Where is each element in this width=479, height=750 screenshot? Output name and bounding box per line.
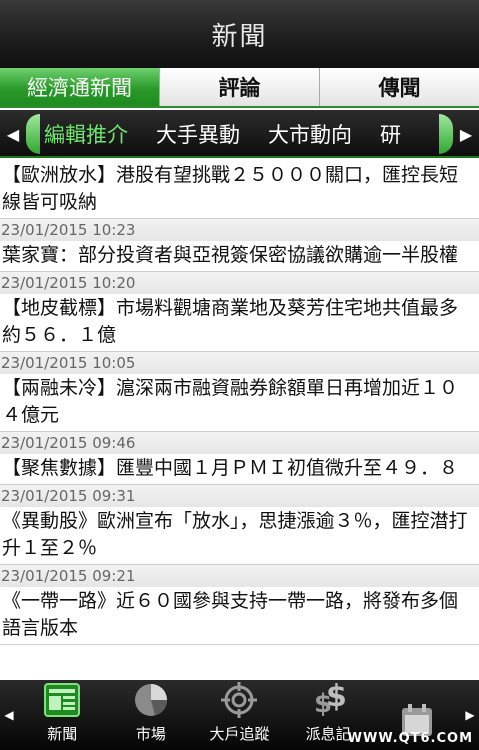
news-timestamp: 23/01/2015 10:23 (0, 219, 479, 241)
nav-label: 派息記 (305, 725, 351, 743)
scroll-right-icon[interactable]: ▶ (455, 116, 477, 152)
market-pie-icon (132, 681, 170, 719)
list-item[interactable]: 23/01/2015 09:21 《一帶一路》近６０國參與支持一帶一路，將發布多… (0, 565, 479, 645)
bottom-nav: ◀ 新聞 市場 大戶追蹤 $ $ 派息記 ▶ WWW.QT6.COM (0, 680, 479, 750)
list-item[interactable]: 23/01/2015 09:46 【聚焦數據】匯豐中國１月ＰＭＩ初值微升至４９．… (0, 432, 479, 485)
news-list: 【歐洲放水】港股有望挑戰２５０００關口，匯控長短線皆可吸納 23/01/2015… (0, 160, 479, 680)
nav-item-market[interactable]: 市場 (107, 680, 196, 750)
tab-commentary[interactable]: 評論 (159, 68, 319, 106)
news-title[interactable]: 【地皮截標】市場料觀塘商業地及葵芳住宅地共值最多約５６．１億 (0, 294, 479, 351)
list-item[interactable]: 【歐洲放水】港股有望挑戰２５０００關口，匯控長短線皆可吸納 (0, 160, 479, 219)
news-title[interactable]: 【兩融未冷】滬深兩市融資融券餘額單日再增加近１０４億元 (0, 374, 479, 431)
nav-item-big-player[interactable]: 大戶追蹤 (195, 680, 284, 750)
news-title[interactable]: 《一帶一路》近６０國參與支持一帶一路，將發布多個語言版本 (0, 587, 479, 644)
page-title: 新聞 (211, 21, 268, 52)
main-tabs: 經濟通新聞 評論 傳聞 (0, 68, 479, 108)
category-research[interactable]: 研 (380, 119, 401, 149)
tab-rumours[interactable]: 傳聞 (319, 68, 479, 106)
svg-text:$: $ (326, 682, 346, 714)
news-title[interactable]: 葉家寶：部分投資者與亞視簽保密協議欲購逾一半股權 (0, 241, 479, 271)
news-title[interactable]: 【歐洲放水】港股有望挑戰２５０００關口，匯控長短線皆可吸納 (0, 160, 479, 218)
news-timestamp: 23/01/2015 09:46 (0, 432, 479, 454)
category-list: 編輯推介 大手異動 大市動向 研 (44, 110, 435, 158)
category-market-trend[interactable]: 大市動向 (268, 119, 352, 149)
news-timestamp: 23/01/2015 09:21 (0, 565, 479, 587)
news-timestamp: 23/01/2015 10:05 (0, 352, 479, 374)
category-block-trades[interactable]: 大手異動 (156, 119, 240, 149)
nav-scroll-left-icon[interactable]: ◀ (0, 680, 18, 750)
news-timestamp: 23/01/2015 10:20 (0, 272, 479, 294)
list-item[interactable]: 23/01/2015 10:23 葉家寶：部分投資者與亞視簽保密協議欲購逾一半股… (0, 219, 479, 272)
dollar-icon: $ $ (309, 681, 347, 719)
scroll-left-icon[interactable]: ◀ (2, 116, 24, 152)
list-item[interactable]: 23/01/2015 09:31 《異動股》歐洲宣布「放水」，思捷漲逾３％，匯控… (0, 485, 479, 565)
news-icon (43, 681, 81, 719)
list-item[interactable]: 23/01/2015 10:05 【兩融未冷】滬深兩市融資融券餘額單日再增加近１… (0, 352, 479, 432)
news-timestamp: 23/01/2015 09:31 (0, 485, 479, 507)
strip-bracket-left (26, 114, 40, 154)
watermark: WWW.QT6.COM (347, 731, 473, 746)
nav-label: 大戶追蹤 (209, 725, 270, 743)
nav-label: 市場 (135, 725, 166, 743)
list-item[interactable]: 23/01/2015 10:20 【地皮截標】市場料觀塘商業地及葵芳住宅地共值最… (0, 272, 479, 352)
nav-item-news[interactable]: 新聞 (18, 680, 107, 750)
title-bar: 新聞 (0, 0, 479, 68)
tab-economic-news[interactable]: 經濟通新聞 (0, 68, 159, 106)
news-title[interactable]: 【聚焦數據】匯豐中國１月ＰＭＩ初值微升至４９．８ (0, 454, 479, 484)
nav-label: 新聞 (47, 725, 78, 743)
category-strip: ◀ 編輯推介 大手異動 大市動向 研 ▶ (0, 110, 479, 158)
target-icon (220, 681, 258, 719)
category-editor-picks[interactable]: 編輯推介 (44, 119, 128, 149)
news-title[interactable]: 《異動股》歐洲宣布「放水」，思捷漲逾３％，匯控澘打升１至２％ (0, 507, 479, 564)
strip-bracket-right (439, 114, 453, 154)
